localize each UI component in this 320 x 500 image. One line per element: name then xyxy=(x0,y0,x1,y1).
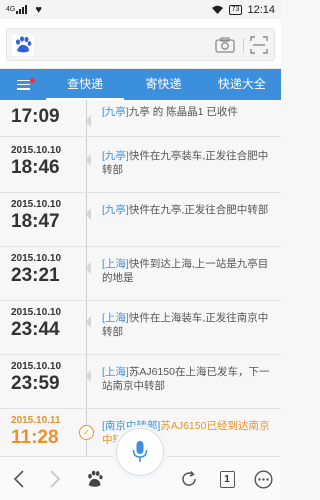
entry-time: 23:44 xyxy=(11,319,60,340)
more-button[interactable] xyxy=(248,457,278,500)
signal-icon xyxy=(16,5,28,14)
microphone-icon xyxy=(132,441,148,462)
refresh-icon xyxy=(182,471,196,486)
entry-description: [九亭]快件在九亭装车,正发往合肥中转部 xyxy=(102,149,276,177)
entry-time: 18:46 xyxy=(11,157,60,178)
tracking-entry: 2015.10.10 23:44 [上海]快件在上海装车,正发往南京中转部 xyxy=(0,301,281,354)
refresh-button[interactable] xyxy=(174,457,204,500)
baidu-home-button[interactable] xyxy=(80,457,110,500)
entry-location: [九亭] xyxy=(102,150,129,162)
tab-send-express[interactable]: 寄快递 xyxy=(124,69,202,100)
entry-time: 18:47 xyxy=(11,211,60,232)
timeline-marker xyxy=(80,208,91,220)
status-time: 12:14 xyxy=(247,3,275,16)
scan-icon[interactable] xyxy=(250,36,268,54)
baidu-home-icon xyxy=(88,470,103,487)
search-input[interactable] xyxy=(6,28,275,61)
baidu-paw-icon xyxy=(12,34,34,56)
tracking-entry: 2015.10.10 23:59 [上海]苏AJ6150在上海已发车，下一站南京… xyxy=(0,355,281,408)
entry-date: 2015.10.10 xyxy=(11,145,62,156)
search-divider xyxy=(243,38,244,53)
back-button[interactable] xyxy=(4,457,34,500)
entry-date: 2015.10.10 xyxy=(11,307,62,318)
camera-icon[interactable] xyxy=(215,37,235,53)
wifi-icon xyxy=(211,5,223,14)
entry-text: 快件在九亭,正发往合肥中转部 xyxy=(128,204,269,216)
tracking-entry: 2015.10.10 23:21 [上海]快件到达上海,上一站是九亭目的地是 xyxy=(0,247,281,300)
entry-time: 11:28 xyxy=(11,427,59,448)
tracking-entry: 2015.10.10 18:46 [九亭]快件在九亭装车,正发往合肥中转部 xyxy=(0,139,281,192)
tracking-entry: 2015.10.10 18:47 [九亭]快件在九亭,正发往合肥中转部 xyxy=(0,193,281,246)
battery-icon: 73 xyxy=(228,4,243,15)
timeline-marker xyxy=(80,262,91,274)
check-icon: ✓ xyxy=(79,425,94,440)
tab-query-express[interactable]: 查快递 xyxy=(46,69,125,100)
timeline-marker xyxy=(80,370,91,382)
entry-date: 2015.10.11 xyxy=(11,415,61,426)
more-icon xyxy=(253,469,273,489)
entry-location: [九亭] xyxy=(102,204,129,216)
forward-icon xyxy=(50,470,61,488)
menu-button[interactable] xyxy=(0,69,46,100)
entry-description: [九亭]九亭 的 陈晶晶1 已收件 xyxy=(102,105,276,119)
entry-date: 2015.10.10 xyxy=(11,199,62,210)
tab-bar: 查快递 寄快递 快递大全 xyxy=(0,69,281,100)
entry-time: 23:59 xyxy=(11,373,60,394)
timeline-marker xyxy=(80,154,91,166)
window-count-icon: 1 xyxy=(219,470,235,488)
tracking-timeline: 17:09 [九亭]九亭 的 陈晶晶1 已收件 2015.10.10 18:46… xyxy=(0,100,281,456)
entry-date: 2015.10.10 xyxy=(11,253,62,264)
voice-search-button[interactable] xyxy=(116,428,164,476)
entry-description: [九亭]快件在九亭,正发往合肥中转部 xyxy=(102,203,276,217)
network-type: 4G xyxy=(6,6,16,13)
tab-express-directory[interactable]: 快递大全 xyxy=(203,69,281,100)
window-switcher-button[interactable]: 1 xyxy=(212,457,242,500)
entry-description: [上海]苏AJ6150在上海已发车，下一站南京中转部 xyxy=(102,365,276,393)
timeline-marker xyxy=(80,115,91,127)
menu-icon xyxy=(16,79,30,90)
back-icon xyxy=(13,470,24,488)
notification-icon: ♥ xyxy=(35,3,42,16)
entry-description: [上海]快件在上海装车,正发往南京中转部 xyxy=(102,311,276,339)
entry-description: [上海]快件到达上海,上一站是九亭目的地是 xyxy=(102,257,276,285)
timeline-marker xyxy=(80,316,91,328)
entry-location: [九亭] xyxy=(102,106,129,118)
status-bar: 4G ♥ 73 12:14 xyxy=(0,0,281,19)
forward-button[interactable] xyxy=(40,457,70,500)
entry-date: 2015.10.10 xyxy=(11,361,62,372)
entry-location: [上海] xyxy=(102,312,129,324)
search-bar xyxy=(0,19,281,69)
entry-text: 九亭 的 陈晶晶1 已收件 xyxy=(128,106,238,118)
entry-time: 17:09 xyxy=(11,106,60,127)
entry-location: [上海] xyxy=(102,258,129,270)
entry-location: [上海] xyxy=(102,366,129,378)
entry-divider xyxy=(0,136,281,137)
entry-time: 23:21 xyxy=(11,265,60,286)
notification-dot xyxy=(30,78,35,83)
